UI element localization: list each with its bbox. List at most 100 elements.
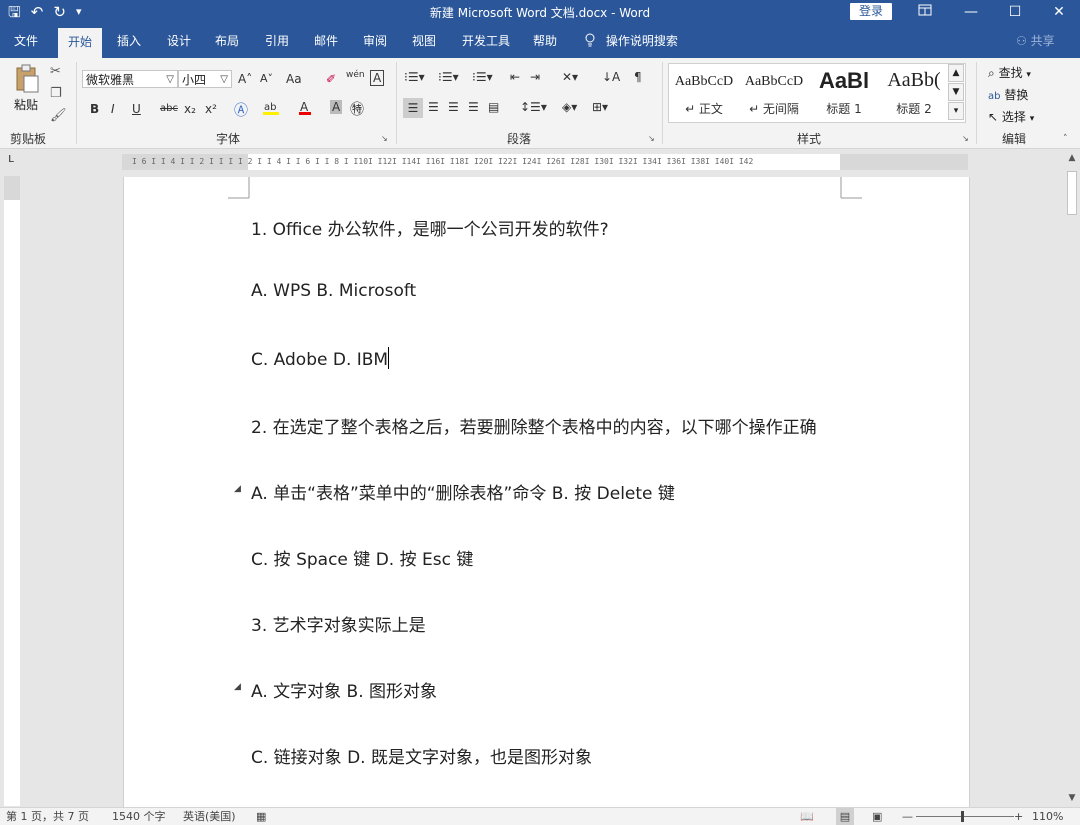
strikethrough-button[interactable]: abc [160,103,178,114]
bullets-icon[interactable]: ⁝☰▾ [404,70,425,84]
highlight-icon[interactable]: ab [262,100,280,119]
tab-review[interactable]: 审阅 [354,24,396,58]
collapse-arrow-icon[interactable]: ◢ [234,484,241,494]
restore-button[interactable]: ☐ [992,0,1038,24]
cut-icon[interactable]: ✂ [50,64,61,79]
question-2-options-ab[interactable]: A. 单击“表格”菜单中的“删除表格”命令 B. 按 Delete 键 [251,479,675,504]
format-painter-icon[interactable]: 🖌 [50,108,67,123]
chinese-layout-icon[interactable]: ✕▾ [562,70,578,84]
question-2[interactable]: 2. 在选定了整个表格之后，若要删除整个表格中的内容，以下哪个操作正确 [251,413,817,438]
font-size-combo[interactable]: 小四 ▽ [178,70,232,88]
multilevel-list-icon[interactable]: ⁝☰▾ [472,70,493,84]
question-3[interactable]: 3. 艺术字对象实际上是 [251,611,426,636]
borders-icon[interactable]: ⊞▾ [592,100,608,114]
tab-developer[interactable]: 开发工具 [454,24,518,58]
zoom-slider[interactable] [916,816,1014,817]
web-layout-icon[interactable]: ▣ [872,808,882,825]
font-name-combo[interactable]: 微软雅黑 ▽ [82,70,178,88]
bold-button[interactable]: B [90,102,99,116]
zoom-level[interactable]: 110% [1032,808,1063,825]
collapse-ribbon-icon[interactable]: ˄ [1063,134,1068,144]
find-button[interactable]: ⌕ 查找 ▾ [988,64,1031,81]
change-case-button[interactable]: Aa [286,72,302,86]
document-page[interactable]: 1. Office 办公软件，是哪一个公司开发的软件? A. WPS B. Mi… [123,177,970,807]
scroll-down-icon[interactable]: ▼ [1064,791,1080,805]
shrink-font-button[interactable]: A˅ [260,72,273,85]
tab-insert[interactable]: 插入 [108,24,150,58]
read-mode-icon[interactable]: 📖 [800,808,814,825]
copy-icon[interactable]: ❐ [50,86,62,101]
tab-home[interactable]: 开始 [58,28,102,58]
style-no-spacing[interactable]: AaBbCcD ↵ 无间隔 [739,64,809,122]
shading-icon[interactable]: ◈▾ [562,100,577,114]
more-styles-icon[interactable]: ▾ [948,102,964,120]
underline-button[interactable]: U [132,102,141,116]
zoom-slider-thumb[interactable] [961,811,964,822]
style-normal[interactable]: AaBbCcD ↵ 正文 [669,64,739,122]
tab-view[interactable]: 视图 [403,24,445,58]
scroll-thumb[interactable] [1067,171,1077,215]
chevron-up-icon[interactable]: ▲ [948,64,964,82]
language-indicator[interactable]: 英语(美国) [183,808,236,825]
horizontal-ruler[interactable]: I 6 I I 4 I I 2 I I I I 2 I I 4 I I 6 I … [122,154,968,170]
question-3-options-cd[interactable]: C. 链接对象 D. 既是文字对象，也是图形对象 [251,743,592,768]
zoom-out-button[interactable]: — [902,808,913,825]
paragraph-dialog-launcher-icon[interactable]: ↘ [648,134,655,143]
tab-help[interactable]: 帮助 [524,24,566,58]
superscript-button[interactable]: x² [205,102,217,116]
text-effects-icon[interactable]: Ⓐ [234,100,248,120]
question-3-options-ab[interactable]: A. 文字对象 B. 图形对象 [251,677,437,702]
tab-layout[interactable]: 布局 [206,24,248,58]
collapse-arrow-icon[interactable]: ◢ [234,682,241,692]
chevron-down-icon[interactable]: ▼ [948,83,964,101]
share-button[interactable]: ⚇ 共享 [1016,24,1055,58]
select-button[interactable]: ↖ 选择 ▾ [988,108,1034,125]
tab-selector-icon[interactable]: L [0,149,22,171]
line-spacing-icon[interactable]: ↕☰▾ [520,100,547,114]
distributed-icon[interactable]: ▤ [488,100,499,114]
question-2-options-cd[interactable]: C. 按 Space 键 D. 按 Esc 键 [251,545,473,570]
align-left-icon[interactable]: ☰ [403,98,423,118]
replace-button[interactable]: ab 替换 [988,86,1028,103]
sort-icon[interactable]: ↓A [602,70,620,84]
align-right-icon[interactable]: ☰ [448,100,459,114]
align-center-icon[interactable]: ☰ [428,100,439,114]
styles-gallery-scroll[interactable]: ▲ ▼ ▾ [948,64,964,122]
tab-mailings[interactable]: 邮件 [305,24,347,58]
clear-formatting-button[interactable]: ✐ [326,72,336,86]
enclose-characters-icon[interactable]: ㊕ [350,99,364,119]
paste-label[interactable]: 粘贴 [14,96,38,113]
show-marks-icon[interactable]: ¶ [634,70,642,84]
vertical-ruler[interactable] [4,176,20,806]
page-count[interactable]: 第 1 页，共 7 页 [6,808,89,825]
font-color-icon[interactable]: A [298,100,312,119]
font-dialog-launcher-icon[interactable]: ↘ [381,134,388,143]
question-1-options-ab[interactable]: A. WPS B. Microsoft [251,281,416,301]
question-1[interactable]: 1. Office 办公软件，是哪一个公司开发的软件? [251,215,609,240]
character-shading-icon[interactable]: A [330,100,343,114]
style-heading-2[interactable]: AaBb( 标题 2 [879,64,949,122]
styles-dialog-launcher-icon[interactable]: ↘ [962,134,969,143]
tell-me-search[interactable]: 操作说明搜索 [584,24,678,58]
phonetic-guide-button[interactable]: wén [346,70,365,80]
word-count[interactable]: 1540 个字 [112,808,166,825]
italic-button[interactable]: I [111,102,115,116]
vertical-scrollbar[interactable]: ▲ ▼ [1064,149,1080,807]
scroll-up-icon[interactable]: ▲ [1064,151,1080,165]
print-layout-icon[interactable]: ▤ [836,808,854,825]
numbering-icon[interactable]: ⁝☰▾ [438,70,459,84]
paste-icon[interactable] [14,64,40,94]
ribbon-display-options-icon[interactable] [902,0,948,24]
tab-references[interactable]: 引用 [256,24,298,58]
style-heading-1[interactable]: AaBl 标题 1 [809,64,879,122]
minimize-button[interactable]: — [948,0,994,24]
justify-icon[interactable]: ☰ [468,100,479,114]
increase-indent-icon[interactable]: ⇥ [530,70,540,84]
tab-design[interactable]: 设计 [158,24,200,58]
question-1-options-cd[interactable]: C. Adobe D. IBM [251,347,390,370]
zoom-in-button[interactable]: + [1014,808,1023,825]
close-button[interactable]: ✕ [1036,0,1080,24]
character-border-button[interactable]: A [370,70,385,86]
grow-font-button[interactable]: A˄ [238,72,252,86]
subscript-button[interactable]: x₂ [184,102,196,116]
